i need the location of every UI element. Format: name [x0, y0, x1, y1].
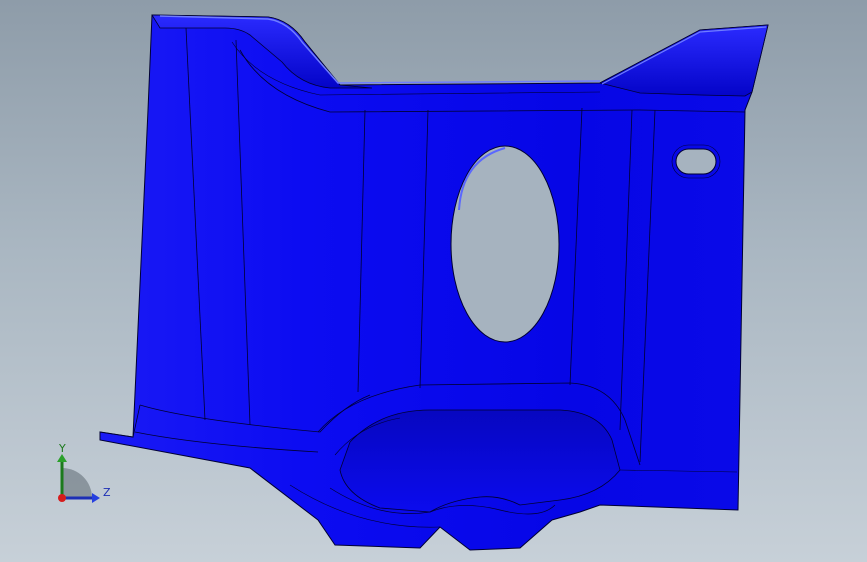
- origin-marker: [58, 494, 66, 502]
- sheet-metal-bracket-model[interactable]: [0, 0, 867, 562]
- y-axis-arrowhead: [57, 454, 67, 462]
- graphics-viewport[interactable]: Y Z: [0, 0, 867, 562]
- z-axis-arrowhead: [92, 493, 100, 503]
- central-pocket: [339, 409, 621, 513]
- y-axis-label: Y: [59, 442, 66, 455]
- z-axis-label: Z: [103, 486, 111, 499]
- right-flange: [598, 24, 769, 97]
- coordinate-triad: Y Z: [48, 438, 118, 508]
- slot-hole: [675, 148, 717, 175]
